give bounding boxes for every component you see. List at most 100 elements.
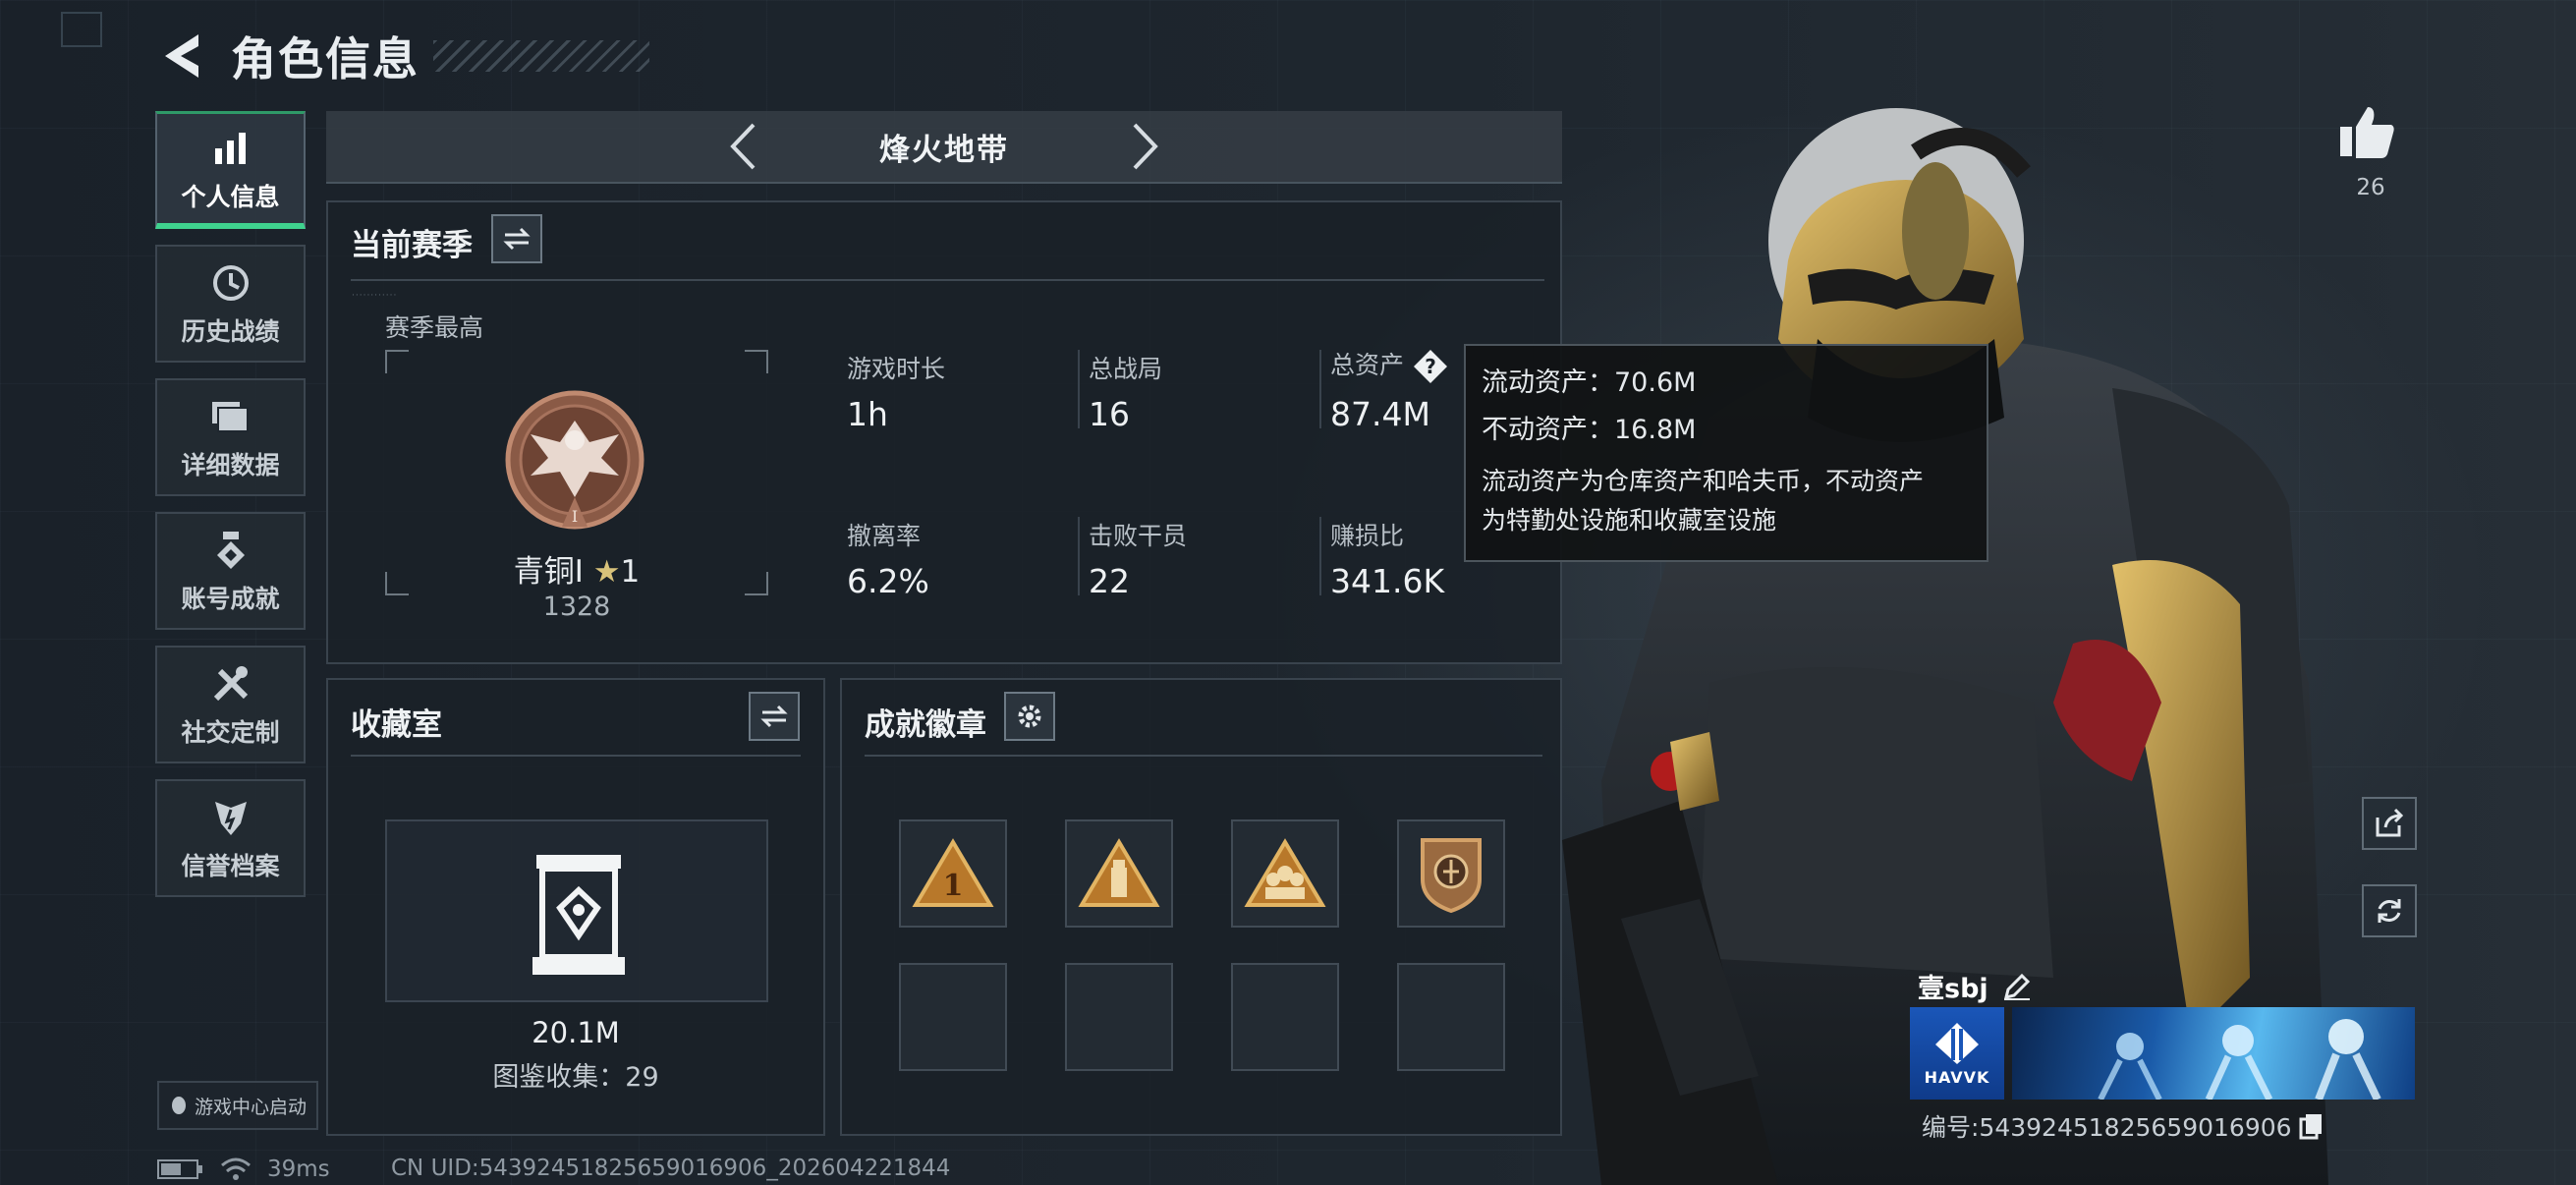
- stat-divider: [1319, 517, 1321, 595]
- swap-icon: [760, 705, 788, 728]
- achievement-badge-empty[interactable]: [1065, 963, 1173, 1071]
- collection-divider: [351, 755, 801, 757]
- gear-icon: [1018, 705, 1041, 728]
- medal-icon: [207, 527, 254, 574]
- stat-play-time: 游戏时长 1h: [847, 350, 945, 433]
- copy-icon[interactable]: [2298, 1112, 2325, 1140]
- sidebar: 个人信息 历史战绩 详细数据 账号成就 社交定制 信誉档案: [155, 111, 306, 913]
- sidebar-item-achievements[interactable]: 账号成就: [155, 512, 306, 630]
- achievement-badge-empty[interactable]: [899, 963, 1007, 1071]
- stat-label: 总资产 ?: [1330, 346, 1449, 385]
- refresh-button[interactable]: [2362, 884, 2417, 937]
- player-banner[interactable]: HAVVK: [1910, 1007, 2415, 1100]
- bronze-shield-badge-icon: [1421, 838, 1482, 913]
- player-id-text: 编号:5439245182565901​6906: [1922, 1113, 2292, 1142]
- rank-star-count: 1: [620, 554, 641, 590]
- bronze-rank-emblem-icon: I: [505, 390, 644, 530]
- swap-icon: [503, 227, 531, 251]
- stat-label: 赚损比: [1330, 522, 1405, 550]
- sidebar-item-label: 账号成就: [181, 585, 280, 613]
- tooltip-description-line2: 为特勤处设施和收藏室设施: [1482, 506, 1777, 535]
- sidebar-item-social[interactable]: 社交定制: [155, 646, 306, 763]
- season-title: 当前赛季: [351, 228, 473, 263]
- stat-value: 87.4M: [1330, 395, 1430, 433]
- rank-name: 青铜I ★1: [385, 546, 768, 591]
- player-name-text: 壹sbj: [1918, 974, 1988, 1004]
- launch-icon: [172, 1097, 186, 1114]
- achievement-badge-squad[interactable]: [1231, 819, 1339, 928]
- mode-name: 烽火地带: [879, 132, 1009, 168]
- status-bar: 39ms: [157, 1156, 330, 1183]
- wifi-icon: [221, 1157, 251, 1180]
- achievement-badge-rank-1[interactable]: 1: [899, 819, 1007, 928]
- stat-divider: [1319, 350, 1321, 428]
- help-icon[interactable]: ?: [1412, 348, 1449, 385]
- season-best-label: 赛季最高: [385, 313, 484, 342]
- banner-artwork: [2012, 1007, 2415, 1100]
- like-button[interactable]: [2338, 103, 2403, 168]
- stat-label: 游戏时长: [847, 355, 946, 383]
- stat-label-text: 总资产: [1330, 351, 1405, 379]
- display-case-icon: [532, 855, 625, 975]
- season-switch-button[interactable]: [491, 214, 542, 263]
- stat-divider: [1078, 517, 1080, 595]
- svg-text:?: ?: [1425, 355, 1436, 378]
- collection-switch-button[interactable]: [749, 692, 800, 741]
- tooltip-liquid-assets: 流动资产：70.6M: [1482, 367, 1697, 398]
- back-arrow-icon: [165, 34, 198, 78]
- stat-value: 1h: [847, 395, 888, 433]
- stat-profit-ratio: 赚损比 341.6K: [1330, 517, 1444, 600]
- uid-text: CN UID:54392451825659016906_202604221844: [391, 1156, 951, 1181]
- rank-star-icon: ★: [592, 554, 621, 590]
- sidebar-item-details[interactable]: 详细数据: [155, 378, 306, 496]
- mode-selector: 烽火地带: [326, 111, 1562, 184]
- hawk-logo-text: HAVVK: [1924, 1067, 1990, 1087]
- folder-icon: [207, 393, 254, 440]
- launch-badge-label: 游戏中心启动: [195, 1096, 308, 1118]
- sidebar-item-reputation[interactable]: 信誉档案: [155, 779, 306, 897]
- tooltip-fixed-assets: 不动资产：16.8M: [1482, 415, 1697, 445]
- back-button[interactable]: [152, 27, 211, 85]
- sidebar-item-history[interactable]: 历史战绩: [155, 245, 306, 363]
- achievement-badge-shield[interactable]: [1397, 819, 1505, 928]
- tooltip-description-line1: 流动资产为仓库资产和哈夫币，不动资产: [1482, 467, 1925, 495]
- stat-label: 撤离率: [847, 522, 922, 550]
- stat-value: 341.6K: [1330, 562, 1445, 600]
- hawk-logo-icon: [1935, 1022, 1979, 1064]
- game-center-launch-badge: 游戏中心启动: [157, 1081, 318, 1130]
- triangle-squad-badge-icon: [1244, 838, 1326, 907]
- edit-pencil-icon[interactable]: [2002, 972, 2032, 1001]
- mode-prev-button[interactable]: [713, 117, 772, 176]
- panel-tiny-text: ············: [352, 291, 398, 301]
- thumbs-up-icon: [2340, 107, 2394, 158]
- decor-square: [61, 12, 102, 47]
- stat-operators-defeated: 击败干员 22: [1089, 517, 1187, 600]
- ping-value: 39ms: [267, 1157, 330, 1182]
- achievements-settings-button[interactable]: [1004, 692, 1055, 741]
- sidebar-item-label: 个人信息: [181, 182, 280, 211]
- achievement-badge-empty[interactable]: [1397, 963, 1505, 1071]
- player-name: 壹sbj: [1918, 967, 2032, 1005]
- stat-value: 6.2%: [847, 562, 929, 600]
- like-count: 26: [2356, 175, 2385, 200]
- page-title: 角色信息: [231, 32, 420, 85]
- frame-corner: [385, 350, 409, 373]
- collection-count: 图鉴收集：29: [492, 1062, 659, 1093]
- collection-preview[interactable]: [385, 819, 768, 1002]
- chevron-right-icon: [1133, 123, 1158, 170]
- season-divider: [351, 279, 1544, 281]
- stat-extraction-rate: 撤离率 6.2%: [847, 517, 929, 600]
- mode-next-button[interactable]: [1116, 117, 1175, 176]
- achievement-badge-empty[interactable]: [1231, 963, 1339, 1071]
- stat-value: 16: [1089, 395, 1130, 433]
- sidebar-item-personal-info[interactable]: 个人信息: [155, 111, 306, 229]
- tools-icon: [207, 660, 254, 707]
- assets-tooltip: 流动资产：70.6M 不动资产：16.8M 流动资产为仓库资产和哈夫币，不动资产…: [1464, 344, 1988, 562]
- battery-icon: [157, 1159, 202, 1179]
- stat-divider: [1078, 350, 1080, 428]
- svg-text:1: 1: [943, 869, 964, 903]
- frame-corner: [745, 350, 768, 373]
- triangle-rank-badge-icon: 1: [912, 838, 994, 907]
- share-button[interactable]: [2362, 797, 2417, 850]
- achievement-badge-tower[interactable]: [1065, 819, 1173, 928]
